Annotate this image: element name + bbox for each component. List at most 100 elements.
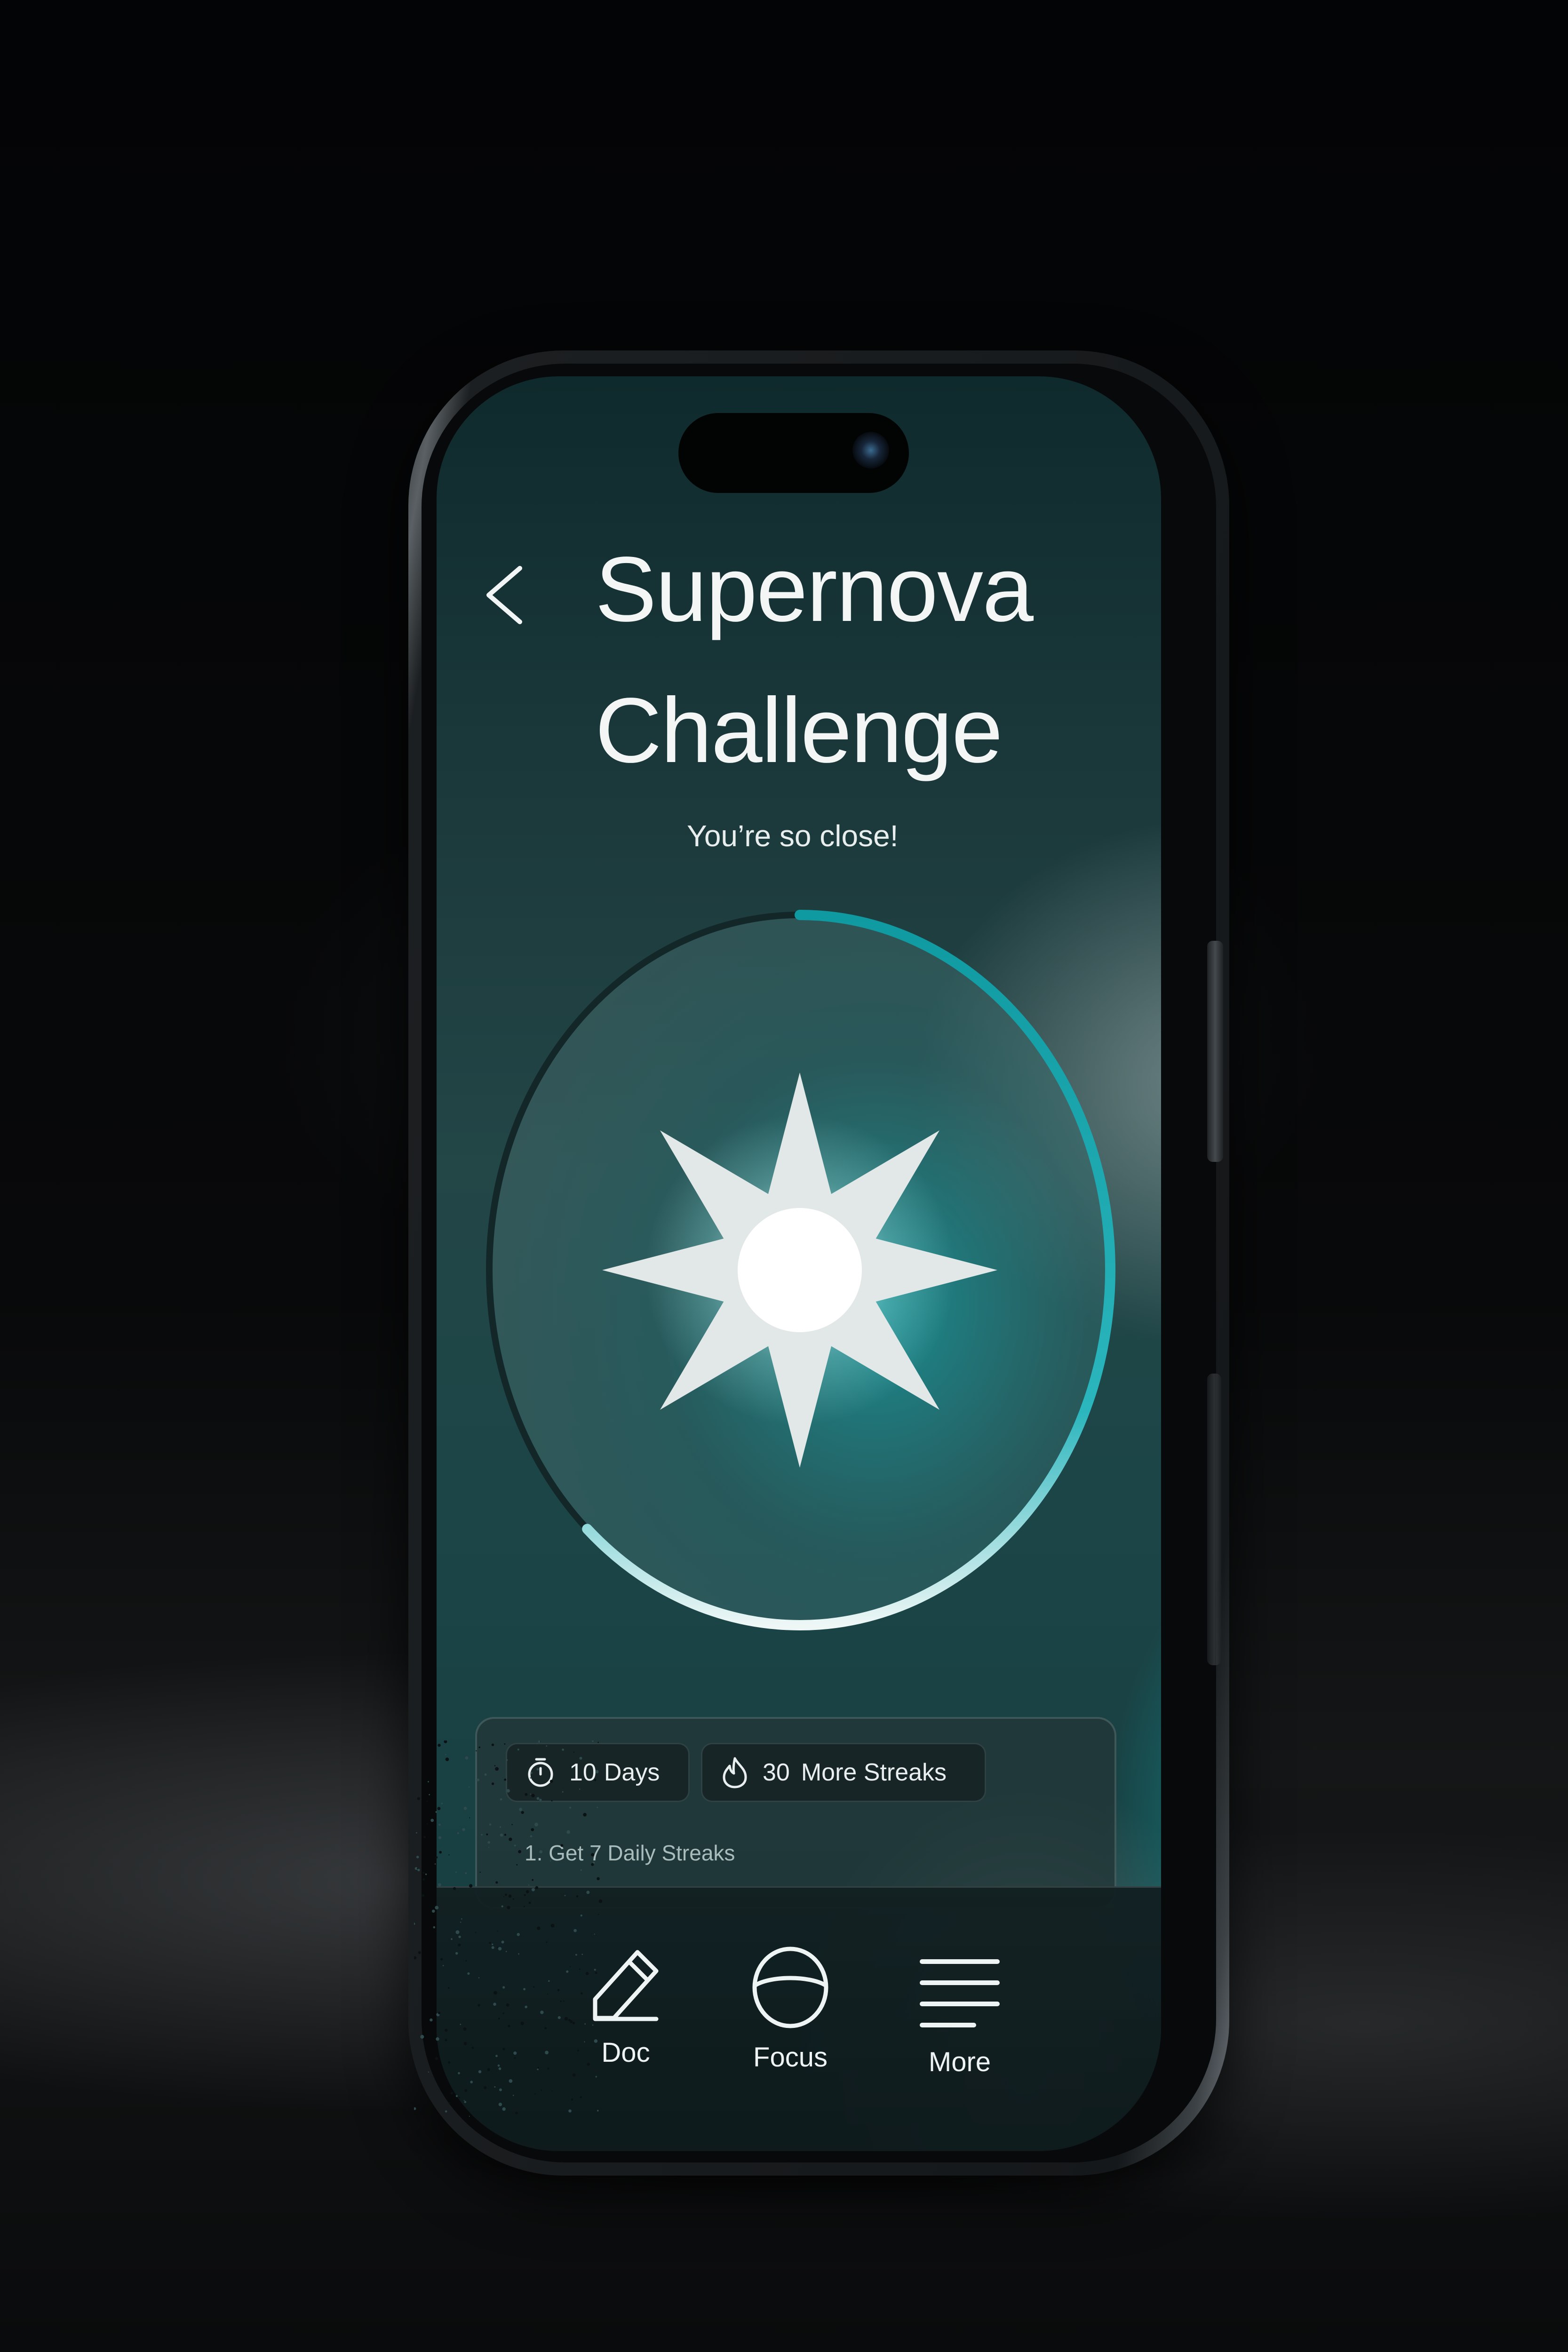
particle xyxy=(430,1819,434,1822)
particle xyxy=(525,1890,529,1893)
particle xyxy=(536,1743,538,1744)
particle xyxy=(591,1853,595,1857)
particle xyxy=(478,1977,480,1979)
particle xyxy=(570,1966,571,1967)
star-core xyxy=(738,1208,862,1332)
particle xyxy=(584,2023,586,2025)
particle xyxy=(533,1986,535,1988)
particle xyxy=(469,2115,470,2117)
particle xyxy=(414,1923,415,1925)
particle xyxy=(541,2089,542,2091)
particle xyxy=(509,2079,513,2083)
particle xyxy=(475,1932,477,1933)
particle xyxy=(465,1960,467,1962)
particle xyxy=(486,1833,488,1836)
particle xyxy=(534,2093,536,2095)
particle xyxy=(461,1918,462,1920)
particle xyxy=(442,1965,444,1966)
particle xyxy=(468,1786,470,1788)
tab-more[interactable]: More xyxy=(889,1947,1030,2117)
particle xyxy=(528,1884,530,1886)
particle xyxy=(465,1872,467,1875)
particle xyxy=(571,2098,573,2101)
particle xyxy=(566,1830,570,1834)
particle xyxy=(550,1923,555,1928)
particle xyxy=(417,1868,420,1871)
particle xyxy=(422,1878,425,1881)
particle xyxy=(487,1841,490,1844)
particle xyxy=(580,1869,582,1871)
particle-decoration xyxy=(414,1740,602,2117)
tab-focus[interactable]: Focus xyxy=(720,1943,861,2112)
particle xyxy=(594,2039,598,2043)
particle xyxy=(512,2095,514,2096)
particle xyxy=(572,2073,576,2077)
particle xyxy=(502,1986,505,1989)
particle xyxy=(592,2024,594,2026)
particle xyxy=(506,1759,508,1761)
particle xyxy=(528,1901,531,1904)
particle xyxy=(536,1797,540,1800)
particle xyxy=(465,1756,469,1760)
particle xyxy=(493,1991,497,1995)
particle xyxy=(564,2017,568,2021)
menu-lines-icon xyxy=(920,1959,1000,2027)
particle xyxy=(583,1813,587,1817)
particle xyxy=(430,2018,433,2022)
particle xyxy=(455,1871,457,1873)
back-button[interactable] xyxy=(475,560,532,630)
particle xyxy=(539,1850,542,1854)
particle xyxy=(577,2049,580,2051)
particle xyxy=(508,2025,510,2027)
progress-ring xyxy=(486,910,1116,1630)
particle xyxy=(497,2064,500,2067)
particle xyxy=(497,1947,498,1948)
particle xyxy=(447,1987,450,1989)
particle xyxy=(570,2020,573,2023)
particle xyxy=(492,1943,493,1946)
particle xyxy=(441,1803,443,1804)
particle xyxy=(445,2028,448,2032)
particle xyxy=(471,2047,474,2049)
particle xyxy=(498,2067,501,2070)
tab-more-label: More xyxy=(928,2047,991,2077)
power-button xyxy=(1207,941,1223,1162)
particle xyxy=(572,2022,575,2025)
particle xyxy=(464,2089,468,2092)
particle xyxy=(416,1856,419,1859)
particle xyxy=(498,2018,500,2020)
particle xyxy=(531,1828,534,1831)
particle xyxy=(422,1872,425,1874)
days-label: Days xyxy=(604,1759,660,1786)
tab-doc-label: Doc xyxy=(601,2037,650,2068)
star-burst-icon xyxy=(602,1073,997,1468)
particle xyxy=(414,1956,417,1960)
page-title-line-1: Supernova xyxy=(595,538,1034,641)
particle xyxy=(519,1808,523,1811)
particle xyxy=(591,1863,594,1866)
particle xyxy=(445,2039,447,2042)
chevron-left-icon xyxy=(486,566,522,624)
particle xyxy=(438,1836,442,1839)
particle xyxy=(544,2027,547,2030)
particle xyxy=(501,1905,503,1907)
particle xyxy=(489,1942,491,1944)
particle xyxy=(539,1798,542,1802)
particle xyxy=(438,1883,441,1887)
particle xyxy=(495,1767,499,1771)
particle xyxy=(575,1954,577,1956)
particle xyxy=(530,1777,532,1779)
particle xyxy=(502,2048,505,2050)
particle xyxy=(597,1806,598,1808)
particle xyxy=(436,2037,439,2041)
particle xyxy=(520,2021,524,2026)
particle xyxy=(580,1915,582,1917)
particle xyxy=(530,1793,531,1795)
particle xyxy=(498,1947,502,1951)
particle xyxy=(433,1926,436,1929)
particle xyxy=(420,2034,424,2039)
particle xyxy=(594,1779,597,1781)
particle xyxy=(458,2097,460,2098)
particle xyxy=(521,1811,524,1814)
particle xyxy=(438,1744,441,1747)
